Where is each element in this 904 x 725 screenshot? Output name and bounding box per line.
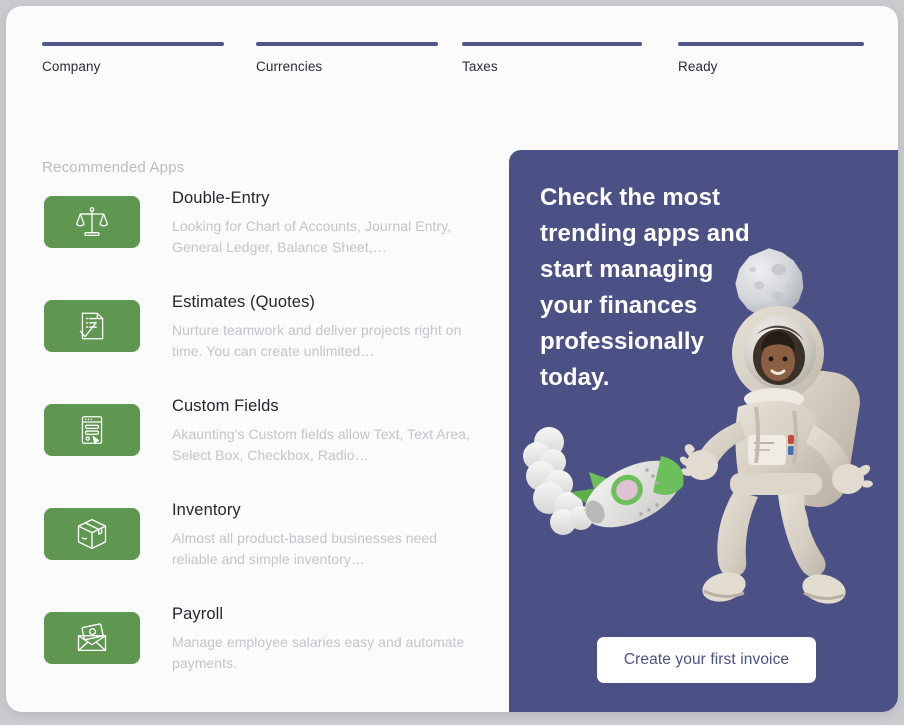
app-title: Double-Entry <box>172 189 270 207</box>
app-description: Akaunting's Custom fields allow Text, Te… <box>172 426 470 463</box>
list-item[interactable]: Custom Fields Akaunting's Custom fields … <box>6 392 509 496</box>
step-progress-bar <box>678 42 864 46</box>
list-item[interactable]: Inventory Almost all product-based busin… <box>6 496 509 600</box>
promo-panel: Check the most trending apps and start m… <box>509 150 898 712</box>
app-description: Nurture teamwork and deliver projects ri… <box>172 322 462 359</box>
wizard-steps: Company Currencies Taxes Ready <box>6 6 898 126</box>
balance-scales-icon <box>44 196 140 248</box>
money-envelope-icon <box>44 612 140 664</box>
create-first-invoice-button[interactable]: Create your first invoice <box>597 637 816 683</box>
recommended-apps-heading: Recommended Apps <box>42 159 185 176</box>
wizard-step-label: Company <box>42 59 101 74</box>
form-window-icon <box>44 404 140 456</box>
app-title: Inventory <box>172 501 241 519</box>
list-item-text: Double-Entry Looking for Chart of Accoun… <box>172 187 472 258</box>
wizard-step-label: Currencies <box>256 59 323 74</box>
list-item[interactable]: Double-Entry Looking for Chart of Accoun… <box>6 184 509 288</box>
box-package-icon <box>44 508 140 560</box>
wizard-step-label: Taxes <box>462 59 498 74</box>
wizard-step-taxes[interactable]: Taxes <box>462 42 642 74</box>
app-description: Looking for Chart of Accounts, Journal E… <box>172 218 452 255</box>
step-progress-bar <box>462 42 642 46</box>
step-progress-bar <box>42 42 224 46</box>
wizard-step-ready[interactable]: Ready <box>678 42 864 74</box>
rocket-icon <box>523 427 684 535</box>
step-progress-bar <box>256 42 438 46</box>
list-item-text: Inventory Almost all product-based busin… <box>172 499 472 570</box>
promo-heading: Check the most trending apps and start m… <box>540 184 750 391</box>
app-title: Estimates (Quotes) <box>172 293 316 311</box>
recommended-apps-list: Double-Entry Looking for Chart of Accoun… <box>6 184 509 704</box>
wizard-step-currencies[interactable]: Currencies <box>256 42 438 74</box>
app-title: Payroll <box>172 605 224 623</box>
document-check-icon <box>44 300 140 352</box>
list-item[interactable]: Estimates (Quotes) Nurture teamwork and … <box>6 288 509 392</box>
list-item[interactable]: Payroll Manage employee salaries easy an… <box>6 600 509 704</box>
app-title: Custom Fields <box>172 397 279 415</box>
wizard-step-company[interactable]: Company <box>42 42 224 74</box>
list-item-text: Custom Fields Akaunting's Custom fields … <box>172 395 472 466</box>
app-description: Almost all product-based businesses need… <box>172 530 438 567</box>
wizard-step-label: Ready <box>678 59 718 74</box>
list-item-text: Estimates (Quotes) Nurture teamwork and … <box>172 291 472 362</box>
recommended-apps-panel: Recommended Apps Double-Entry Looking fo… <box>6 126 509 712</box>
app-description: Manage employee salaries easy and automa… <box>172 634 465 671</box>
list-item-text: Payroll Manage employee salaries easy an… <box>172 603 472 674</box>
onboarding-card: Company Currencies Taxes Ready Recommend… <box>6 6 898 712</box>
